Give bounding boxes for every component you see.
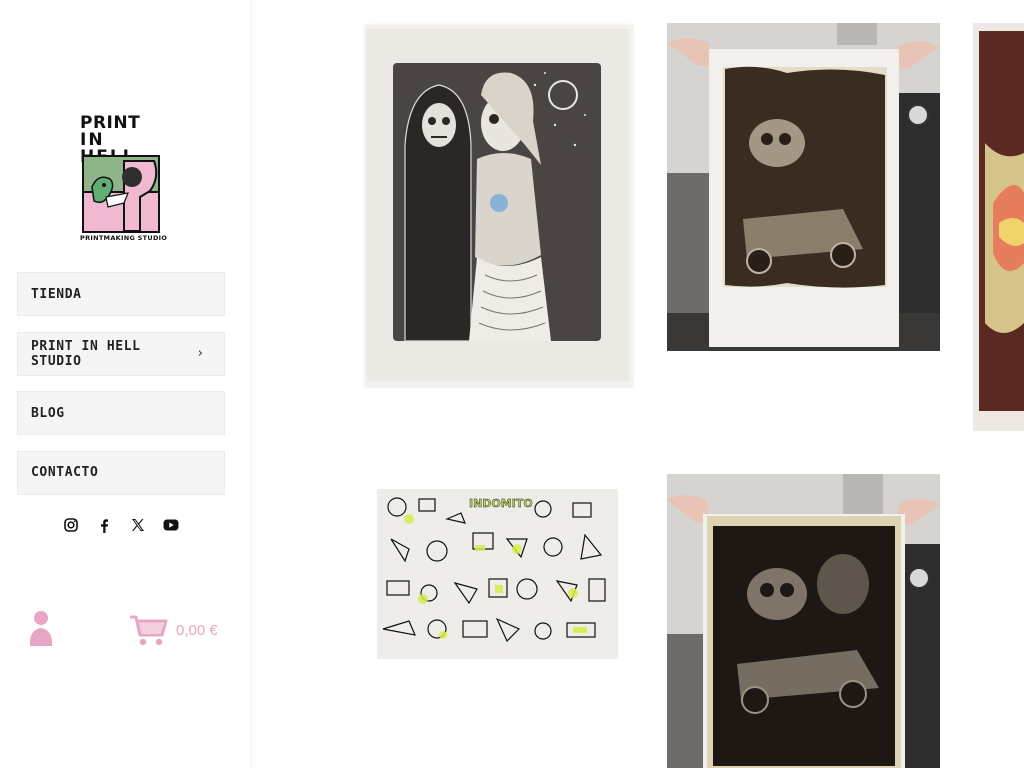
nav-item-label: PRINT IN HELL STUDIO	[31, 338, 141, 369]
svg-text:INDOMITO: INDOMITO	[469, 497, 533, 510]
facebook-icon[interactable]	[95, 516, 113, 534]
artwork-skeletons-print[interactable]	[365, 25, 633, 387]
nav-item-print-in-hell-studio[interactable]: PRINT IN HELL STUDIO ›	[17, 331, 225, 376]
artwork-partial-right[interactable]	[973, 23, 1024, 431]
brand-logo[interactable]: PRINT IN HELL PRINTMAKING STUDIO	[80, 115, 168, 243]
nav-item-contacto[interactable]: CONTACTO	[17, 450, 225, 495]
nav-item-label: BLOG	[31, 405, 65, 421]
instagram-icon[interactable]	[62, 516, 80, 534]
user-icon	[29, 611, 53, 646]
logo-mascot-icon	[82, 155, 160, 233]
social-links	[62, 516, 180, 534]
main-nav: TIENDA PRINT IN HELL STUDIO › BLOG CONTA…	[17, 272, 225, 510]
artwork-skull-car-print-held[interactable]	[667, 23, 940, 351]
gallery: INDOMITO	[250, 0, 1024, 768]
nav-item-label: CONTACTO	[31, 465, 99, 480]
artwork-indomito-sheet[interactable]: INDOMITO	[377, 489, 618, 659]
cart-button[interactable]: 0,00 €	[128, 612, 223, 648]
cart-icon	[130, 615, 168, 646]
page: PRINT IN HELL PRINTMAKING STUDIO TIENDA …	[0, 0, 1024, 768]
account-button[interactable]	[28, 610, 54, 648]
x-icon[interactable]	[129, 516, 147, 534]
nav-item-blog[interactable]: BLOG	[17, 391, 225, 435]
youtube-icon[interactable]	[162, 516, 180, 534]
sidebar: PRINT IN HELL PRINTMAKING STUDIO TIENDA …	[0, 0, 250, 768]
artwork-skull-car-dark-print-held[interactable]	[667, 474, 940, 768]
nav-item-label: TIENDA	[31, 286, 82, 302]
logo-subtitle: PRINTMAKING STUDIO	[80, 234, 168, 242]
cart-total: 0,00 €	[176, 621, 218, 639]
chevron-right-icon[interactable]: ›	[198, 346, 203, 361]
nav-item-tienda[interactable]: TIENDA	[17, 272, 225, 316]
